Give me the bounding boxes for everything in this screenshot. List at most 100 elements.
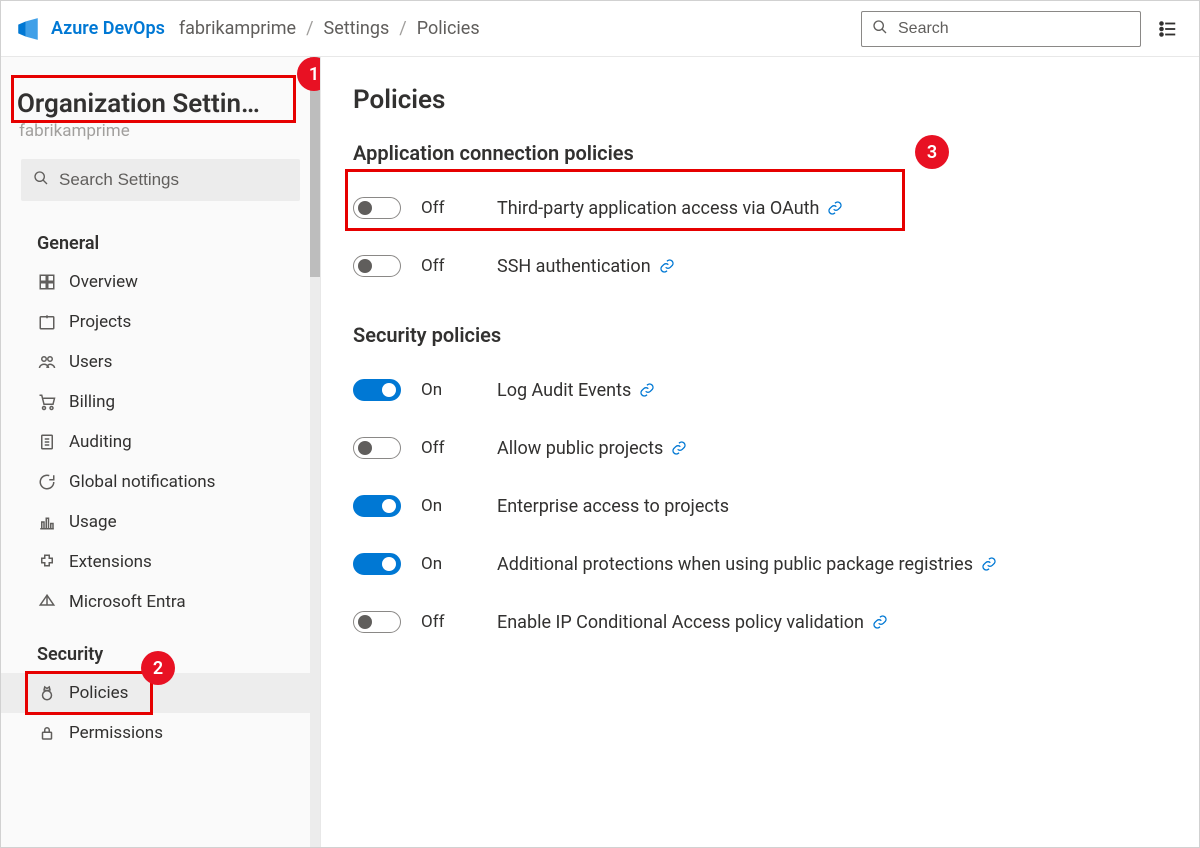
toggle-knob <box>382 499 396 513</box>
sidebar-item-projects[interactable]: Projects <box>1 302 320 342</box>
sidebar: Organization Settin… 1 fabrikamprime Gen… <box>1 57 321 847</box>
toggle-knob <box>358 615 372 629</box>
breadcrumb-settings[interactable]: Settings <box>324 18 390 39</box>
search-icon <box>872 19 888 39</box>
sidebar-search[interactable] <box>21 159 300 201</box>
toggle-knob <box>358 201 372 215</box>
link-icon[interactable] <box>671 440 687 456</box>
microsoft-entra-icon <box>37 593 57 611</box>
sidebar-item-label: Permissions <box>69 723 163 743</box>
header-bar: Azure DevOps fabrikamprime / Settings / … <box>1 1 1199 57</box>
toggle-state-label: Off <box>421 256 477 276</box>
policy-label: SSH authentication <box>497 256 675 277</box>
search-icon <box>33 170 49 190</box>
sidebar-org-name: fabrikamprime <box>1 121 320 153</box>
global-notifications-icon <box>37 473 57 491</box>
policy-label-text: Allow public projects <box>497 438 663 459</box>
sidebar-item-usage[interactable]: Usage <box>1 502 320 542</box>
sidebar-item-label: Users <box>69 352 112 372</box>
policy-label-text: Log Audit Events <box>497 380 631 401</box>
extensions-icon <box>37 553 57 571</box>
projects-icon <box>37 313 57 331</box>
toggle-third-party-application-access-via-oauth[interactable] <box>353 197 401 219</box>
toggle-additional-protections-when-using-public-package-registries[interactable] <box>353 553 401 575</box>
link-icon[interactable] <box>981 556 997 572</box>
sidebar-item-global-notifications[interactable]: Global notifications <box>1 462 320 502</box>
toggle-log-audit-events[interactable] <box>353 379 401 401</box>
policy-row-third-party-application-access-via-oauth: OffThird-party application access via OA… <box>353 179 1171 237</box>
sidebar-item-extensions[interactable]: Extensions <box>1 542 320 582</box>
sidebar-item-microsoft-entra[interactable]: Microsoft Entra <box>1 582 320 622</box>
link-icon[interactable] <box>827 200 843 216</box>
brand-link[interactable]: Azure DevOps <box>51 18 165 39</box>
sidebar-item-policies[interactable]: Policies <box>1 673 320 713</box>
toggle-enterprise-access-to-projects[interactable] <box>353 495 401 517</box>
policies-icon <box>37 684 57 702</box>
sidebar-item-label: Policies <box>69 683 128 703</box>
sidebar-section-security: Security <box>1 622 320 673</box>
policy-label-text: Third-party application access via OAuth <box>497 198 819 219</box>
section-app-policies-title: Application connection policies <box>353 141 1171 165</box>
toggle-state-label: Off <box>421 612 477 632</box>
page-title: Policies <box>353 85 1171 115</box>
sidebar-item-auditing[interactable]: Auditing <box>1 422 320 462</box>
toggle-state-label: On <box>421 554 477 574</box>
global-search[interactable] <box>861 11 1141 47</box>
toggle-state-label: Off <box>421 438 477 458</box>
toggle-knob <box>358 441 372 455</box>
section-security-policies-title: Security policies <box>353 323 1171 347</box>
policy-label-text: Enable IP Conditional Access policy vali… <box>497 612 864 633</box>
section-app-policies: Application connection policies OffThird… <box>353 141 1171 295</box>
sidebar-item-label: Global notifications <box>69 472 215 492</box>
policy-label: Log Audit Events <box>497 380 655 401</box>
link-icon[interactable] <box>872 614 888 630</box>
link-icon[interactable] <box>659 258 675 274</box>
sidebar-scrollbar[interactable] <box>310 57 320 847</box>
toggle-knob <box>382 383 396 397</box>
auditing-icon <box>37 433 57 451</box>
breadcrumb-org[interactable]: fabrikamprime <box>179 18 296 39</box>
breadcrumb: fabrikamprime / Settings / Policies <box>179 18 480 39</box>
main-panel: Policies Application connection policies… <box>321 57 1199 847</box>
toggle-state-label: On <box>421 380 477 400</box>
sidebar-item-label: Overview <box>69 272 138 292</box>
policy-label: Third-party application access via OAuth <box>497 198 843 219</box>
policy-label: Enterprise access to projects <box>497 496 729 517</box>
policy-row-enable-ip-conditional-access-policy-validation: Off Enable IP Conditional Access policy v… <box>353 593 1171 651</box>
permissions-icon <box>37 724 57 742</box>
policy-label: Enable IP Conditional Access policy vali… <box>497 612 888 633</box>
global-search-input[interactable] <box>898 20 1130 38</box>
sidebar-item-permissions[interactable]: Permissions <box>1 713 320 753</box>
sidebar-section-general: General <box>1 211 320 262</box>
sidebar-title: Organization Settin… <box>1 81 320 121</box>
policy-row-log-audit-events: On Log Audit Events <box>353 361 1171 419</box>
policy-label-text: SSH authentication <box>497 256 651 277</box>
breadcrumb-separator: / <box>399 18 406 39</box>
billing-icon <box>37 393 57 411</box>
sidebar-item-label: Extensions <box>69 552 152 572</box>
policy-label: Additional protections when using public… <box>497 554 997 575</box>
toggle-ssh-authentication[interactable] <box>353 255 401 277</box>
filter-tasks-icon[interactable] <box>1149 11 1185 47</box>
azure-devops-logo[interactable] <box>15 16 41 42</box>
policy-row-additional-protections-when-using-public-package-registries: On Additional protections when using publ… <box>353 535 1171 593</box>
sidebar-item-label: Billing <box>69 392 115 412</box>
toggle-allow-public-projects[interactable] <box>353 437 401 459</box>
breadcrumb-policies[interactable]: Policies <box>417 18 480 39</box>
toggle-knob <box>382 557 396 571</box>
sidebar-item-billing[interactable]: Billing <box>1 382 320 422</box>
usage-icon <box>37 513 57 531</box>
sidebar-item-label: Microsoft Entra <box>69 592 186 612</box>
sidebar-item-label: Projects <box>69 312 131 332</box>
users-icon <box>37 353 57 371</box>
sidebar-item-overview[interactable]: Overview <box>1 262 320 302</box>
sidebar-item-users[interactable]: Users <box>1 342 320 382</box>
toggle-state-label: On <box>421 496 477 516</box>
link-icon[interactable] <box>639 382 655 398</box>
overview-icon <box>37 273 57 291</box>
sidebar-scrollbar-thumb[interactable] <box>310 57 320 277</box>
toggle-enable-ip-conditional-access-policy-validation[interactable] <box>353 611 401 633</box>
sidebar-search-input[interactable] <box>59 170 288 190</box>
policy-label: Allow public projects <box>497 438 687 459</box>
toggle-knob <box>358 259 372 273</box>
